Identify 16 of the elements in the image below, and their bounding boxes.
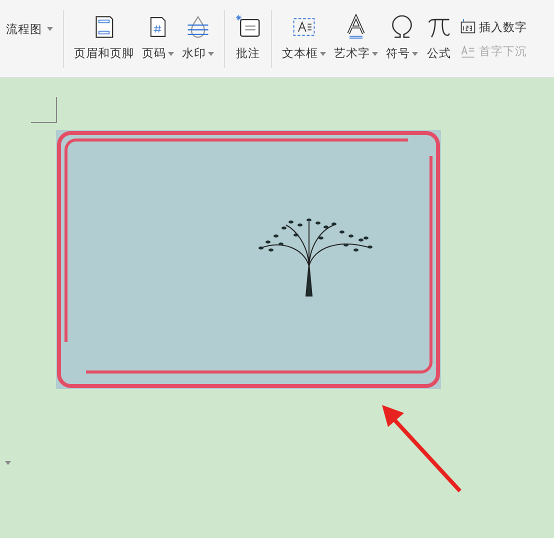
- ribbon-button[interactable]: 插入数字: [458, 16, 529, 38]
- ribbon-button[interactable]: 页码: [140, 6, 176, 61]
- ribbon-button[interactable]: 文本框: [280, 6, 328, 61]
- ribbon-button[interactable]: 艺术字: [332, 6, 380, 61]
- water-drop-icon: [185, 14, 211, 40]
- ribbon-button[interactable]: 流程图: [4, 18, 55, 40]
- margin-corner-mark: [31, 97, 57, 123]
- number-box-icon: [460, 19, 476, 35]
- comment-icon: [235, 14, 261, 40]
- omega-icon: [389, 14, 415, 40]
- ribbon-button[interactable]: 水印: [180, 6, 216, 61]
- drop-cap-icon: [460, 43, 476, 59]
- ribbon-button[interactable]: 公式: [424, 6, 454, 61]
- ribbon-button[interactable]: 批注: [233, 6, 263, 61]
- ribbon-button[interactable]: 页眉和页脚: [72, 6, 136, 61]
- ribbon-button[interactable]: 符号: [384, 6, 420, 61]
